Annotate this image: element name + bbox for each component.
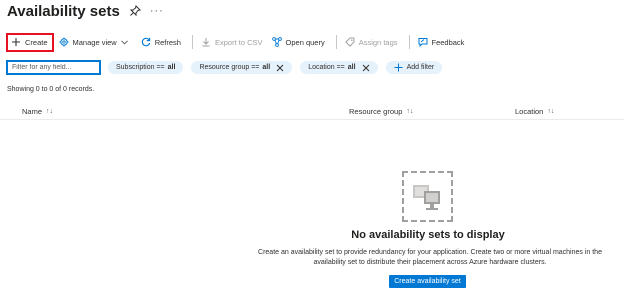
chevron-down-icon [120,39,128,45]
sort-icon: ↑↓ [46,108,54,115]
gear-icon [59,37,69,47]
sort-icon: ↑↓ [406,108,414,115]
more-options-icon[interactable]: ··· [150,5,164,17]
pill-label: Location == [308,64,345,71]
open-query-label: Open query [285,37,325,47]
refresh-label: Refresh [154,37,181,47]
table-header: Name ↑↓ Resource group ↑↓ Location ↑↓ [0,106,624,120]
subscription-filter-pill[interactable]: Subscription == all [108,61,184,74]
refresh-icon [141,37,150,47]
add-filter-button[interactable]: Add filter [385,61,443,74]
add-filter-icon [394,63,403,72]
create-label: Create [25,37,48,47]
pill-label: Subscription == [116,64,165,71]
command-bar: Create Manage view Refresh Export to CSV… [6,32,471,52]
description-line: Create an availability set to provide re… [258,249,602,256]
column-header-name[interactable]: Name ↑↓ [22,107,53,116]
column-header-resource-group[interactable]: Resource group ↑↓ [349,107,413,116]
create-button[interactable]: Create [6,32,54,52]
assign-tags-label: Assign tags [358,37,398,47]
export-csv-button[interactable]: Export to CSV [198,33,269,51]
close-icon[interactable] [362,64,370,72]
empty-state-title: No availability sets to display [351,229,505,241]
records-count: Showing 0 to 0 of 0 records. [7,86,95,93]
manage-view-button[interactable]: Manage view [56,33,138,51]
query-icon [271,37,282,47]
page-title: Availability sets [7,2,120,20]
plus-icon [12,38,20,46]
empty-state-description: Create an availability set to provide re… [240,248,620,268]
feedback-icon [418,38,427,47]
pill-value: all [262,64,271,71]
assign-tags-button[interactable]: Assign tags [342,33,404,51]
filter-input[interactable] [6,60,101,75]
location-filter-pill[interactable]: Location == all [300,61,378,74]
toolbar-divider [191,35,193,49]
column-label: Location [515,107,544,116]
column-label: Resource group [349,107,403,116]
sort-icon: ↑↓ [547,108,555,115]
column-header-location[interactable]: Location ↑↓ [515,107,554,116]
pill-label: Resource group == [199,64,260,71]
feedback-label: Feedback [431,37,465,47]
open-query-button[interactable]: Open query [269,33,331,51]
filter-bar: Subscription == all Resource group == al… [6,60,443,75]
toolbar-divider [408,35,410,49]
pill-value: all [167,64,176,71]
toolbar-divider [335,35,337,49]
pill-value: all [347,64,356,71]
description-line: availability set to distribute their pla… [313,259,547,266]
availability-set-icon [402,171,453,222]
download-icon [202,38,210,47]
refresh-button[interactable]: Refresh [138,33,187,51]
create-availability-set-button[interactable]: Create availability set [389,275,466,288]
tag-icon [345,37,355,47]
pin-icon[interactable] [129,5,141,17]
column-label: Name [22,107,43,116]
manage-view-label: Manage view [72,37,117,47]
feedback-button[interactable]: Feedback [415,33,471,51]
resource-group-filter-pill[interactable]: Resource group == all [191,61,293,74]
close-icon[interactable] [276,64,284,72]
export-csv-label: Export to CSV [214,37,263,47]
add-filter-label: Add filter [406,64,435,71]
page-header: Availability sets ··· [7,0,164,22]
